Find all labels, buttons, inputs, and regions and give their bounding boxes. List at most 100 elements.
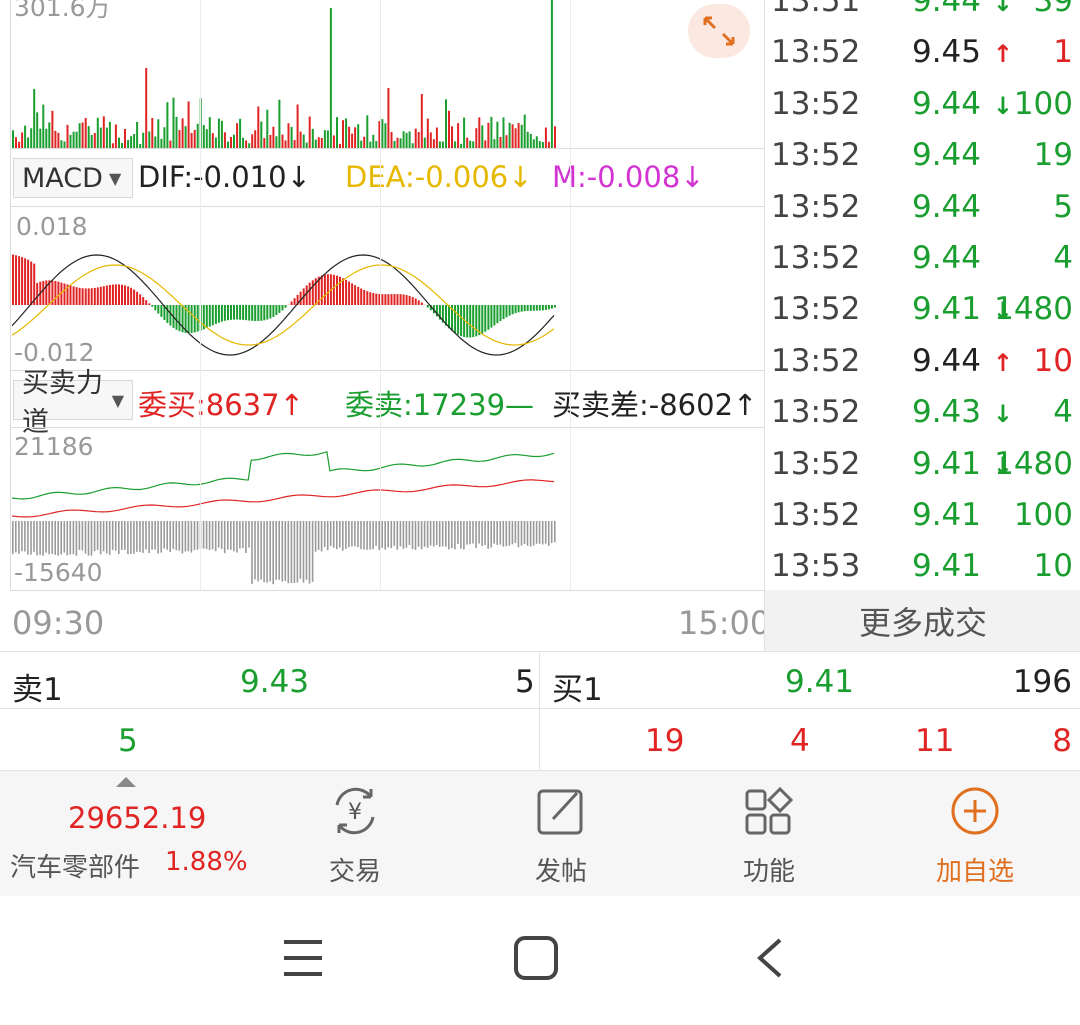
volume-bar [384,123,387,148]
more-trades-button[interactable]: 更多成交 [764,590,1080,652]
chart-area[interactable]: 301.6万 MACD ▼ DIF:-0.010↓ DEA:-0.006↓ M:-… [0,0,770,650]
volume-bar [457,123,460,148]
macd-bar [550,305,553,309]
macd-bar [166,305,169,323]
macd-bar [111,284,114,305]
trade-row: 13:52 9.43 ↓ 4 [765,394,1080,445]
volume-bar [529,133,532,148]
force-diff-bar [220,521,223,549]
volume-bar [93,133,96,148]
force-diff-bar [127,521,129,555]
volume-bar [463,117,466,148]
macd-bar [154,305,157,311]
macd-bar [269,305,272,319]
trade-list[interactable]: 13:51 9.44 ↓ 39 13:52 9.45 ↑ 1 13:52 9.44 ↓ 100 13:5… [764,0,1080,590]
force-diff-bar [423,521,426,547]
force-selector[interactable]: 买卖力道 ▼ [13,368,133,438]
volume-bar [57,132,60,148]
force-diff-bar [245,521,247,553]
force-diff-bar [211,521,214,550]
force-diff-bar [387,521,389,548]
macd-bar [108,285,111,305]
trade-row: 13:52 9.41 100 [765,497,1080,548]
force-diff-bar [263,521,265,583]
volume-bar [423,137,426,148]
arrow-down-icon: ↓ [992,400,1013,429]
trade-time: 13:52 [771,137,861,174]
force-diff-bar [317,521,320,550]
volume-bar [544,127,547,148]
macd-dea: DEA:-0.006↓ [345,160,533,194]
tab-functions[interactable]: 功能 [666,771,872,897]
grid-line [380,0,381,590]
macd-bar [426,305,429,308]
macd-bar [342,278,344,305]
volume-bar [251,134,254,148]
orderbook-level1: 卖1 9.43 5 买1 9.41 196 [0,651,1080,710]
macd-bar [102,286,105,305]
macd-dif: DIF:-0.010↓ [138,160,311,194]
volume-bar [211,133,214,148]
force-min-label: -15640 [14,558,103,587]
sell1-price[interactable]: 9.43 [240,664,309,700]
volume-bar [96,117,99,148]
macd-bar [245,305,248,321]
expand-button[interactable] [688,4,750,58]
macd-bar [169,305,172,326]
force-sell: 委卖:17239— [345,388,535,422]
volume-bar [187,101,190,148]
bottom-toolbar: 29652.19 汽车零部件 1.88% ¥ 交易 发帖 功能 加自选 [0,770,1080,897]
force-diff-bar [514,521,517,543]
volume-bar [84,118,87,148]
macd-selector[interactable]: MACD ▼ [13,158,133,198]
force-diff-bar [202,521,205,549]
volume-bar [193,129,196,148]
tab-trade[interactable]: ¥ 交易 [252,771,458,897]
macd-bar [332,274,335,305]
volume-bar [230,137,232,148]
force-diff-bar [457,521,459,544]
force-diff-bar [463,521,465,550]
trade-price: 9.44 [911,85,981,122]
trade-price: 9.44 [911,240,981,276]
volume-bar [372,134,375,148]
macd-bar [345,279,348,305]
volume-bar [354,127,357,148]
volume-bar [554,126,556,148]
force-diff-bar [547,521,550,546]
force-diff-bar [332,521,335,548]
force-diff-bar [105,521,108,554]
tab-post[interactable]: 发帖 [458,771,664,897]
macd-bar [472,305,475,338]
force-diff-bar [532,521,535,546]
menu-icon[interactable] [278,936,328,980]
force-diff-bar [550,521,553,543]
force-diff-bar [39,521,41,555]
tab-add-watchlist[interactable]: 加自选 [872,771,1078,897]
volume-bar [323,130,326,148]
macd-bar [42,280,45,305]
macd-bar [190,305,193,333]
buy-detail-vol: 4 [790,723,810,759]
sector-change: 1.88% [165,847,248,877]
macd-bar [402,294,405,305]
macd-bar [348,281,351,305]
force-diff: 买卖差:-8602↑ [552,388,758,422]
yen-exchange-icon: ¥ [335,787,375,835]
home-icon[interactable] [510,932,562,984]
force-diff-bar [290,521,293,583]
force-diff-bar [402,521,405,549]
volume-bar [102,116,105,148]
force-diff-bar [272,521,274,585]
volume-bar [33,88,36,148]
buy1-price[interactable]: 9.41 [785,664,854,700]
force-diff-bar [445,521,447,547]
macd-bar [544,305,547,310]
volume-bar [287,123,290,148]
macd-bar [217,305,220,323]
sector-index-widget[interactable]: 29652.19 汽车零部件 1.88% [0,771,250,897]
back-icon[interactable] [748,934,792,982]
force-diff-bar [157,521,159,554]
volume-bar [214,137,217,148]
macd-bar [320,275,323,305]
